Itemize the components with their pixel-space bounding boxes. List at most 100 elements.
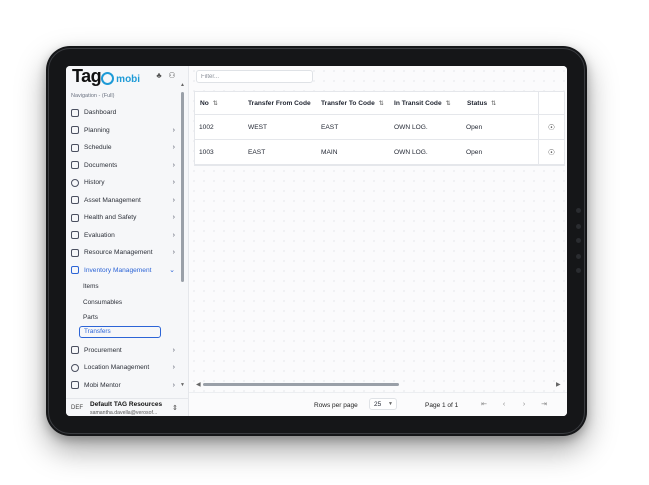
sidebar-item-label: Planning — [84, 126, 110, 134]
cell-no: 1003 — [199, 148, 214, 156]
scrollbar-thumb[interactable] — [203, 383, 399, 386]
procurement-icon — [71, 346, 79, 355]
scroll-right-icon[interactable]: ▶ — [556, 381, 561, 388]
sidebar-subitem-parts[interactable]: Parts — [69, 310, 179, 326]
chevron-updown-icon[interactable]: ⇕ — [172, 404, 178, 412]
inventory-icon — [71, 266, 79, 275]
sidebar-item-schedule[interactable]: Schedule › — [69, 139, 179, 157]
sort-icon[interactable]: ⇅ — [446, 100, 451, 107]
chevron-right-icon: › — [172, 126, 175, 134]
column-label: No — [200, 99, 209, 107]
bell-icon[interactable]: ♣ — [154, 71, 164, 81]
table-row[interactable]: 1002 WEST EAST OWN LOG. Open ☉ — [195, 115, 564, 140]
chevron-right-icon: › — [172, 144, 175, 152]
device-button — [576, 268, 581, 273]
app-logo[interactable]: Tag mobi — [72, 66, 140, 87]
sidebar-subitem-transfers[interactable]: Transfers — [79, 325, 161, 338]
chevron-right-icon: › — [172, 214, 175, 222]
column-header-in-transit[interactable]: In Transit Code ⇅ — [394, 92, 451, 114]
user-email: samantha.davella@verosof... — [90, 410, 158, 416]
chevron-down-icon: ⌄ — [169, 267, 175, 275]
sidebar-item-label: Asset Management — [84, 196, 141, 204]
rows-per-page-select[interactable]: 25 ▼ — [369, 398, 397, 410]
column-header-transfer-to[interactable]: Transfer To Code ⇅ — [321, 92, 384, 114]
device-button — [576, 254, 581, 259]
user-settings-icon[interactable]: ⚇ — [167, 71, 177, 81]
sidebar-item-dashboard[interactable]: Dashboard — [69, 104, 179, 122]
prev-page-icon[interactable]: ‹ — [498, 399, 510, 410]
device-button — [576, 238, 581, 243]
cell-transfer-from: WEST — [248, 123, 268, 131]
sidebar: Tag mobi ♣ ⚇ Navigation - (Full) Dashboa… — [66, 66, 189, 416]
user-switcher[interactable]: DEF Default TAG Resources samantha.davel… — [66, 398, 188, 416]
location-icon — [71, 363, 79, 372]
scroll-down-icon[interactable]: ▼ — [180, 382, 185, 388]
last-page-icon[interactable]: ⇥ — [538, 399, 550, 410]
logo-text: Tag — [72, 66, 102, 86]
first-page-icon[interactable]: ⇤ — [478, 399, 490, 410]
sidebar-item-label: Resource Management — [84, 249, 153, 257]
sort-icon[interactable]: ⇅ — [379, 100, 384, 107]
asset-icon — [71, 196, 79, 205]
chevron-right-icon: › — [172, 196, 175, 204]
sidebar-item-location-management[interactable]: Location Management › — [69, 359, 179, 377]
chevron-right-icon: › — [172, 231, 175, 239]
column-header-transfer-from[interactable]: Transfer From Code — [248, 92, 311, 114]
row-action-icon[interactable]: ☉ — [538, 140, 564, 164]
cell-status: Open — [466, 123, 483, 131]
cell-in-transit: OWN LOG. — [394, 148, 428, 156]
sidebar-scrollbar[interactable]: ▲ ▼ — [180, 82, 185, 388]
column-header-no[interactable]: No ⇅ — [200, 92, 218, 114]
sidebar-item-evaluation[interactable]: Evaluation › — [69, 227, 179, 245]
pagination-bar: Rows per page 25 ▼ Page 1 of 1 ⇤ ‹ › ⇥ — [189, 392, 567, 416]
sidebar-item-label: Schedule — [84, 144, 112, 152]
planning-icon — [71, 126, 79, 135]
calendar-icon — [71, 143, 79, 152]
cell-transfer-to: EAST — [321, 123, 339, 131]
logo-ring-icon — [101, 72, 115, 85]
sidebar-item-asset-management[interactable]: Asset Management › — [69, 192, 179, 210]
sidebar-item-mobi-mentor[interactable]: Mobi Mentor › — [69, 377, 179, 395]
column-label: In Transit Code — [394, 99, 442, 107]
sidebar-item-history[interactable]: History › — [69, 174, 179, 192]
sort-icon[interactable]: ⇅ — [491, 100, 496, 107]
sidebar-item-inventory-management[interactable]: Inventory Management ⌄ — [69, 262, 179, 280]
user-name: Default TAG Resources — [90, 401, 163, 408]
sidebar-subitem-items[interactable]: Items — [69, 279, 179, 295]
row-action-icon[interactable]: ☉ — [538, 115, 564, 139]
sidebar-item-procurement[interactable]: Procurement › — [69, 342, 179, 360]
evaluation-icon — [71, 231, 79, 240]
cell-no: 1002 — [199, 123, 214, 131]
table-horizontal-scrollbar[interactable]: ◀ ▶ — [194, 382, 563, 388]
scroll-left-icon[interactable]: ◀ — [196, 381, 201, 388]
sort-icon[interactable]: ⇅ — [213, 100, 218, 107]
scroll-up-icon[interactable]: ▲ — [180, 82, 185, 88]
sidebar-item-label: History — [84, 179, 105, 187]
cell-in-transit: OWN LOG. — [394, 123, 428, 131]
filter-input[interactable] — [196, 70, 313, 83]
chevron-right-icon: › — [172, 364, 175, 372]
sidebar-item-health-and-safety[interactable]: Health and Safety › — [69, 209, 179, 227]
sidebar-item-resource-management[interactable]: Resource Management › — [69, 244, 179, 262]
sidebar-item-documents[interactable]: Documents › — [69, 157, 179, 175]
chevron-right-icon: › — [172, 249, 175, 257]
next-page-icon[interactable]: › — [518, 399, 530, 410]
health-icon — [71, 213, 79, 222]
rows-per-page-label: Rows per page — [314, 402, 358, 409]
sidebar-nav: Dashboard Planning › Schedule › Document… — [69, 104, 179, 394]
sidebar-item-label: Mobi Mentor — [84, 381, 121, 389]
device-button — [576, 224, 581, 229]
documents-icon — [71, 161, 79, 170]
cell-status: Open — [466, 148, 483, 156]
sidebar-item-label: Dashboard — [84, 109, 117, 117]
sidebar-subitem-consumables[interactable]: Consumables — [69, 295, 179, 311]
sidebar-item-label: Location Management — [84, 364, 150, 372]
column-header-status[interactable]: Status ⇅ — [467, 92, 496, 114]
avatar: DEF — [71, 405, 83, 411]
sidebar-item-planning[interactable]: Planning › — [69, 122, 179, 140]
resource-icon — [71, 248, 79, 257]
table-row[interactable]: 1003 EAST MAIN OWN LOG. Open ☉ — [195, 140, 564, 165]
sidebar-item-label: Health and Safety — [84, 214, 137, 222]
sidebar-item-label: Procurement — [84, 346, 122, 354]
scrollbar-thumb[interactable] — [181, 92, 184, 282]
